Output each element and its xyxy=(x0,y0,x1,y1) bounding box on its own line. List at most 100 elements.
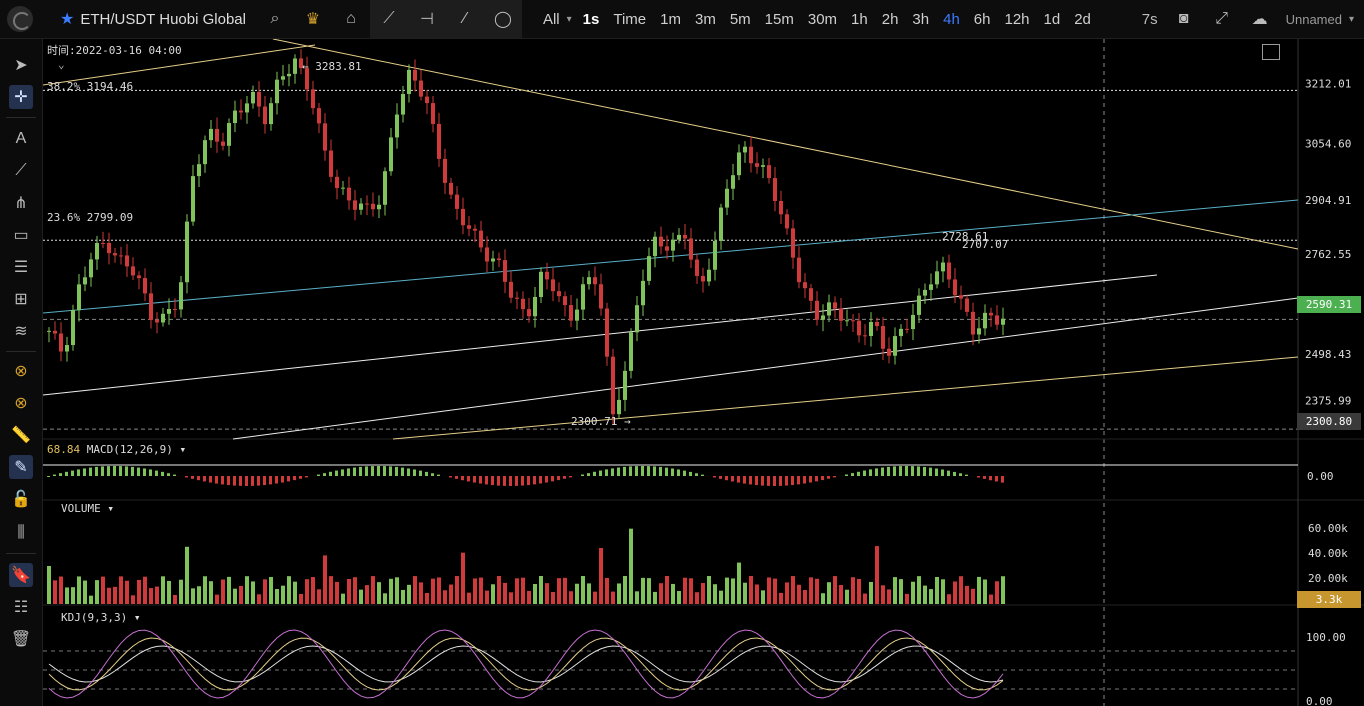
timeframe-3m[interactable]: 3m xyxy=(688,11,723,28)
timeframe-12h[interactable]: 12h xyxy=(997,11,1036,28)
macd-bar xyxy=(629,466,632,476)
pitchfork-icon[interactable]: ⋔ xyxy=(9,191,33,215)
price-chart[interactable]: 0.00 60.00k 40.00k 20.00k 100.00 0.00 3212.… xyxy=(43,39,1364,706)
candle-body xyxy=(263,106,267,125)
measure-grid-icon[interactable]: ⊞ xyxy=(9,287,33,311)
pattern-tool-icon[interactable]: ≋ xyxy=(9,319,33,343)
volume-bar xyxy=(803,590,807,604)
pen-tool-icon[interactable]: ✎ xyxy=(9,455,33,479)
fibonacci-tool-icon[interactable]: ☰ xyxy=(9,255,33,279)
bookmark-icon[interactable]: 🔖 xyxy=(9,563,33,587)
macd-bar xyxy=(251,476,254,486)
candle-body xyxy=(323,123,327,151)
timeframe-time[interactable]: Time xyxy=(606,11,653,28)
macd-bar xyxy=(47,476,50,477)
macd-bar xyxy=(797,476,800,485)
cursor-arrow-icon[interactable]: ➤ xyxy=(9,53,33,77)
expand-pane-icon[interactable] xyxy=(1262,44,1280,60)
trend-line xyxy=(43,199,1299,314)
volume-pane-title[interactable]: VOLUME ▾ xyxy=(61,502,114,515)
cloud-icon[interactable]: ☁ xyxy=(1241,0,1279,38)
timeframe-all[interactable]: All xyxy=(536,11,567,28)
chevron-down-icon[interactable]: ⌄ xyxy=(58,58,65,71)
candle-body xyxy=(977,328,981,335)
macd-pane-title[interactable]: 68.84 MACD(12,26,9) ▾ xyxy=(47,443,186,456)
volume-bar xyxy=(851,577,855,604)
timeframe-1s[interactable]: 1s xyxy=(576,11,607,28)
candle-body xyxy=(953,279,957,296)
bank-icon[interactable]: ⌂ xyxy=(332,0,370,38)
candle-body xyxy=(149,293,153,320)
timeframe-1m[interactable]: 1m xyxy=(653,11,688,28)
volume-bar xyxy=(545,583,549,604)
trend-line-tool-icon[interactable]: ⟋ xyxy=(370,0,408,38)
volume-bar xyxy=(923,585,927,604)
macd-bar xyxy=(167,473,170,476)
volume-bar xyxy=(905,593,909,604)
favorite-star-icon[interactable]: ★ xyxy=(60,9,74,29)
candle-body xyxy=(371,203,375,210)
timeframe-6h[interactable]: 6h xyxy=(967,11,998,28)
macd-bar xyxy=(71,470,74,476)
timeframe-5m[interactable]: 5m xyxy=(723,11,758,28)
volume-bar xyxy=(209,581,213,604)
volume-bar xyxy=(125,580,129,604)
symbol-selector[interactable]: ★ ETH/USDT Huobi Global xyxy=(40,0,256,38)
chevron-down-icon[interactable]: ▾ xyxy=(567,14,572,25)
macd-bar xyxy=(413,469,416,476)
macd-bar xyxy=(215,476,218,484)
volume-bar xyxy=(605,577,609,604)
macd-bar xyxy=(113,466,116,476)
timeframe-4h[interactable]: 4h xyxy=(936,11,967,28)
volume-pane: 60.00k 40.00k 20.00k xyxy=(47,522,1348,604)
ray-line-tool-icon[interactable]: ⁄ xyxy=(446,0,484,38)
kdj-pane-title[interactable]: KDJ(9,3,3) ▾ xyxy=(61,611,140,624)
text-tool-icon[interactable]: A xyxy=(9,127,33,151)
volume-bar xyxy=(857,578,861,604)
macd-bar xyxy=(917,466,920,476)
refresh-interval[interactable]: 7s xyxy=(1135,11,1165,28)
timeframe-1h[interactable]: 1h xyxy=(844,11,875,28)
line-tool-icon[interactable]: ⟋ xyxy=(9,159,33,183)
macd-bar xyxy=(143,468,146,476)
rectangle-tool-icon[interactable]: ▭ xyxy=(9,223,33,247)
macd-bar xyxy=(395,466,398,476)
candles-icon[interactable]: ⫼ xyxy=(9,521,33,545)
macd-bar xyxy=(773,476,776,486)
macd-bar xyxy=(815,476,818,482)
lock-icon[interactable]: 🔓 xyxy=(9,487,33,511)
horizontal-line-tool-icon[interactable]: ⊣ xyxy=(408,0,446,38)
timeframe-30m[interactable]: 30m xyxy=(801,11,844,28)
volume-bar xyxy=(755,584,759,604)
account-name[interactable]: Unnamed xyxy=(1279,12,1349,27)
candle-body xyxy=(839,308,843,321)
circle-tool-icon[interactable]: ◯ xyxy=(484,0,522,38)
timeframe-3h[interactable]: 3h xyxy=(905,11,936,28)
settings-list-icon[interactable]: ☷ xyxy=(9,595,33,619)
app-logo[interactable] xyxy=(0,0,40,38)
timeframe-1d[interactable]: 1d xyxy=(1037,11,1068,28)
volume-bar xyxy=(449,584,453,604)
ruler-icon[interactable]: 📏 xyxy=(9,423,33,447)
timeframe-2d[interactable]: 2d xyxy=(1067,11,1098,28)
trash-icon[interactable]: 🗑 xyxy=(9,627,33,651)
volume-bar xyxy=(767,577,771,604)
price-tick-label: 2375.99 xyxy=(1305,395,1351,408)
timeframe-15m[interactable]: 15m xyxy=(758,11,801,28)
volume-bar xyxy=(629,528,633,604)
volume-bar xyxy=(65,587,69,604)
camera-icon[interactable]: ◙ xyxy=(1165,0,1203,38)
crown-icon[interactable]: ♛ xyxy=(294,0,332,38)
macd-bar xyxy=(239,476,242,486)
fullscreen-icon[interactable]: ⤢ xyxy=(1203,0,1241,38)
chevron-down-icon[interactable]: ▾ xyxy=(1349,14,1354,25)
crosshair-icon[interactable]: ✛ xyxy=(9,85,33,109)
search-icon[interactable]: ⌕ xyxy=(256,0,294,38)
volume-bar xyxy=(281,585,285,604)
timeframe-2h[interactable]: 2h xyxy=(875,11,906,28)
volume-bar xyxy=(947,594,951,604)
strong-magnet-icon[interactable]: ⊗ xyxy=(9,391,33,415)
macd-bar xyxy=(863,470,866,476)
candle-body xyxy=(539,271,543,297)
magnet-icon[interactable]: ⊗ xyxy=(9,359,33,383)
